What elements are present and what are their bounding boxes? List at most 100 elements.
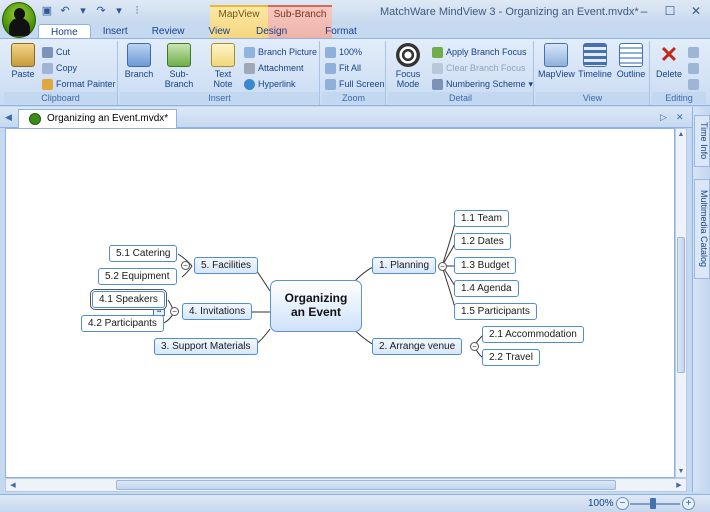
vertical-scroll-thumb[interactable] [677,237,685,373]
group-label-view: View [536,92,649,104]
tab-scroll-right-icon[interactable]: ▷ [660,112,667,123]
redo-icon[interactable]: ↷ [94,4,108,18]
horizontal-scroll-thumb[interactable] [116,480,616,490]
numbering-scheme-button[interactable]: Numbering Scheme ▾ [432,77,533,91]
fit-all-button[interactable]: Fit All [325,61,361,75]
globe-icon [244,78,255,90]
scroll-left-icon[interactable]: ◀ [8,481,18,489]
apply-branch-focus-button[interactable]: Apply Branch Focus [432,45,527,59]
sub-branch-label: Sub-Branch [164,69,194,89]
mapview-button[interactable]: MapView [538,43,575,79]
full-screen-button[interactable]: Full Screen [325,77,385,91]
status-bar: 100% − + [0,494,710,512]
side-tab-multimedia-catalog[interactable]: Multimedia Catalog [694,179,710,279]
ribbon: Paste Cut Copy Format Painter Clipboard … [0,38,710,106]
app-menu-button[interactable] [2,2,36,38]
find-icon [688,78,699,90]
zoom-slider-thumb[interactable] [650,498,656,509]
tab-insert[interactable]: Insert [91,24,140,39]
minimize-icon[interactable]: – [636,3,652,19]
scroll-down-icon[interactable]: ▼ [676,468,686,475]
branch-invitations[interactable]: 4. Invitations [182,303,253,320]
branch-button[interactable]: Branch [122,43,156,79]
tab-format[interactable]: Format [313,24,369,39]
delete-button[interactable]: ✕ Delete [652,43,686,80]
collapse-toggle-invitations[interactable]: − [170,307,179,316]
collapse-toggle-planning[interactable]: − [438,262,447,271]
save-icon[interactable]: ▣ [40,4,54,18]
tab-view[interactable]: View [197,24,243,39]
branch-catering[interactable]: 5.1 Catering [109,245,178,262]
group-zoom: 100% Fit All Full Screen Zoom [322,41,386,105]
tab-scroll-left-icon[interactable]: ◀ [5,112,12,123]
branch-facilities[interactable]: 5. Facilities [194,257,259,274]
picture-icon [244,46,255,58]
branch-equipment[interactable]: 5.2 Equipment [98,268,177,285]
tab-review[interactable]: Review [140,24,197,39]
branch-dates[interactable]: 1.2 Dates [454,233,511,250]
branch-budget[interactable]: 1.3 Budget [454,257,517,274]
branch-speakers[interactable]: 4.1 Speakers [90,289,167,310]
tab-design[interactable]: Design [244,24,299,39]
branch-agenda[interactable]: 1.4 Agenda [454,280,519,297]
zoom-in-icon[interactable]: + [682,497,695,510]
branch-team[interactable]: 1.1 Team [454,210,509,227]
format-painter-button[interactable]: Format Painter [42,77,116,91]
select-all-button[interactable] [688,45,699,59]
branch-accommodation[interactable]: 2.1 Accommodation [482,326,584,343]
attachment-label: Attachment [258,63,304,73]
select-branch-button[interactable] [688,61,699,75]
scroll-right-icon[interactable]: ▶ [674,481,684,489]
undo-dropdown-icon[interactable]: ▾ [76,4,90,18]
customize-qat-icon[interactable]: ⫶ [130,4,144,18]
sub-branch-button[interactable]: Sub-Branch [156,43,202,89]
timeline-button[interactable]: Timeline [576,43,614,79]
maximize-icon[interactable]: ☐ [662,3,678,19]
copy-icon [42,62,53,74]
central-topic[interactable]: Organizing an Event [270,280,362,332]
tab-close-icon[interactable]: ✕ [676,112,684,123]
scroll-up-icon[interactable]: ▲ [676,131,686,138]
outline-button[interactable]: Outline [614,43,648,79]
copy-button[interactable]: Copy [42,61,77,75]
document-tab-strip: ◀ Organizing an Event.mvdx* ▷ ✕ [0,107,692,128]
clipboard-icon [11,43,35,67]
map-canvas[interactable]: Organizing an Event 1. Planning − 1.1 Te… [5,128,675,478]
focus-mode-button[interactable]: Focus Mode [390,43,426,89]
branch-label: Branch [124,69,154,79]
select-icon [688,46,699,58]
branch-planning[interactable]: 1. Planning [372,257,437,274]
close-icon[interactable]: ✕ [688,3,704,19]
zoom-100-button[interactable]: 100% [325,45,362,59]
group-insert: Branch Sub-Branch Text Note Branch Pictu… [120,41,320,105]
attachment-icon [244,62,255,74]
branch-support-materials[interactable]: 3. Support Materials [154,338,258,355]
collapse-toggle-arrange[interactable]: − [470,342,479,351]
side-tab-time-info[interactable]: Time Info [694,115,710,167]
hyperlink-button[interactable]: Hyperlink [244,77,296,91]
undo-icon[interactable]: ↶ [58,4,72,18]
text-note-button[interactable]: Text Note [206,43,240,89]
horizontal-scrollbar[interactable]: ◀ ▶ [5,478,687,492]
vertical-scrollbar[interactable]: ▲ ▼ [675,128,687,478]
collapse-toggle-facilities[interactable]: − [181,261,190,270]
document-tab[interactable]: Organizing an Event.mvdx* [18,109,178,128]
branch-travel[interactable]: 2.2 Travel [482,349,540,366]
cut-button[interactable]: Cut [42,45,70,59]
branch-arrange-venue[interactable]: 2. Arrange venue [372,338,463,355]
branch-participants-invitations[interactable]: 4.2 Participants [81,315,164,332]
branch-picture-button[interactable]: Branch Picture [244,45,317,59]
find-button[interactable] [688,77,699,91]
redo-dropdown-icon[interactable]: ▾ [112,4,126,18]
hyperlink-label: Hyperlink [258,79,296,89]
tab-home[interactable]: Home [38,24,91,39]
scissors-icon [42,46,53,58]
zoom-out-icon[interactable]: − [616,497,629,510]
mapview-label: MapView [538,69,575,79]
clear-branch-focus-button[interactable]: Clear Branch Focus [432,61,526,75]
attachment-button[interactable]: Attachment [244,61,304,75]
paste-button[interactable]: Paste [6,43,40,79]
zoom-100-label: 100% [339,47,363,57]
branch-participants-planning[interactable]: 1.5 Participants [454,303,537,320]
sub-branch-icon [167,43,191,67]
